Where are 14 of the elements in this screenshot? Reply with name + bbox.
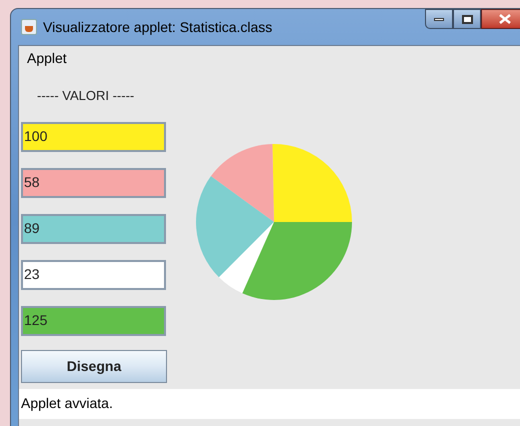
close-icon: [499, 14, 511, 24]
status-bar: Applet avviata.: [19, 388, 520, 418]
maximize-button[interactable]: [453, 9, 481, 29]
window-title: Visualizzatore applet: Statistica.class: [43, 18, 272, 37]
value-field[interactable]: 23: [21, 260, 166, 290]
draw-button[interactable]: Disegna: [21, 350, 167, 382]
value-field[interactable]: 100: [21, 122, 166, 152]
value-field[interactable]: 58: [21, 168, 166, 198]
close-button[interactable]: [481, 9, 520, 29]
minimize-button[interactable]: [425, 9, 453, 29]
value-field[interactable]: 125: [21, 306, 166, 336]
section-heading: ----- VALORI -----: [37, 87, 136, 105]
menu-item[interactable]: Applet: [27, 48, 67, 68]
value-field[interactable]: 89: [21, 214, 166, 244]
